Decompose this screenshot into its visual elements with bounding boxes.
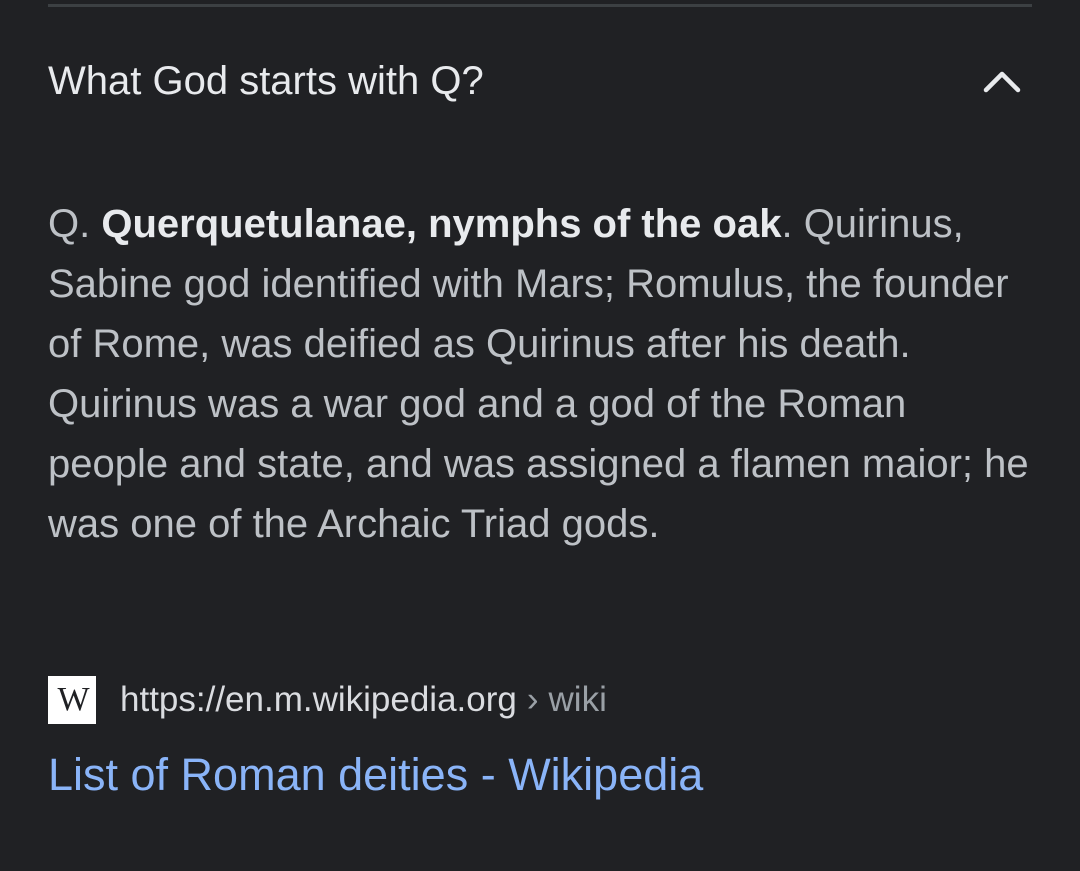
- wikipedia-favicon-icon: W: [48, 676, 96, 724]
- source-attribution[interactable]: W https://en.m.wikipedia.org › wiki: [48, 675, 607, 725]
- faq-question-text: What God starts with Q?: [48, 59, 484, 103]
- chevron-up-icon-graphic: [983, 71, 1021, 93]
- source-path: wiki: [548, 680, 607, 719]
- answer-prefix: Q.: [48, 202, 102, 246]
- result-title-link[interactable]: List of Roman deities - Wikipedia: [48, 748, 703, 802]
- faq-question-toggle[interactable]: What God starts with Q?: [48, 46, 1032, 116]
- answer-body: . Quirinus, Sabine god identified with M…: [48, 202, 1029, 546]
- answer-bold-highlight: Querquetulanae, nymphs of the oak: [101, 202, 782, 246]
- faq-answer: Q. Querquetulanae, nymphs of the oak. Qu…: [48, 194, 1032, 554]
- chevron-up-icon[interactable]: [980, 59, 1024, 103]
- top-divider: [48, 4, 1032, 7]
- source-url: https://en.m.wikipedia.org: [120, 680, 517, 719]
- breadcrumb-separator: ›: [526, 680, 539, 719]
